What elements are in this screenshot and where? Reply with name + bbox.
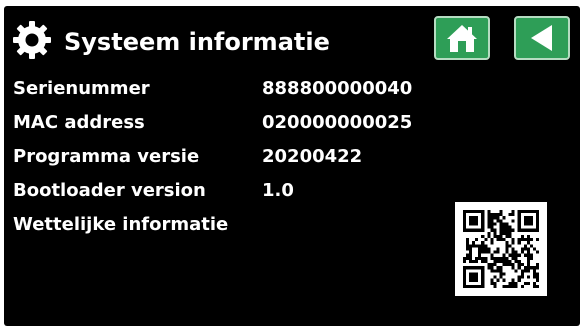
home-button[interactable] <box>434 16 490 60</box>
info-label: MAC address <box>13 112 145 133</box>
info-label: Serienummer <box>13 78 150 99</box>
info-label: Wettelijke informatie <box>13 214 229 235</box>
page-title: Systeem informatie <box>64 28 330 56</box>
home-icon <box>447 25 477 52</box>
back-button[interactable] <box>514 16 570 60</box>
info-value: 020000000025 <box>262 112 413 133</box>
info-label: Bootloader version <box>13 180 206 201</box>
gear-icon <box>12 20 52 60</box>
info-row-mac-address: MAC address 020000000025 <box>4 108 580 138</box>
info-value: 1.0 <box>262 180 294 201</box>
info-value: 888800000040 <box>262 78 413 99</box>
back-arrow-icon <box>531 25 552 51</box>
info-row-serial-number: Serienummer 888800000040 <box>4 74 580 104</box>
system-info-screen: Systeem informatie Serienummer 888800000… <box>4 6 580 326</box>
info-value: 20200422 <box>262 146 363 167</box>
info-label: Programma versie <box>13 146 200 167</box>
header: Systeem informatie <box>4 6 580 72</box>
qr-code-icon <box>455 202 547 296</box>
info-row-program-version: Programma versie 20200422 <box>4 142 580 172</box>
